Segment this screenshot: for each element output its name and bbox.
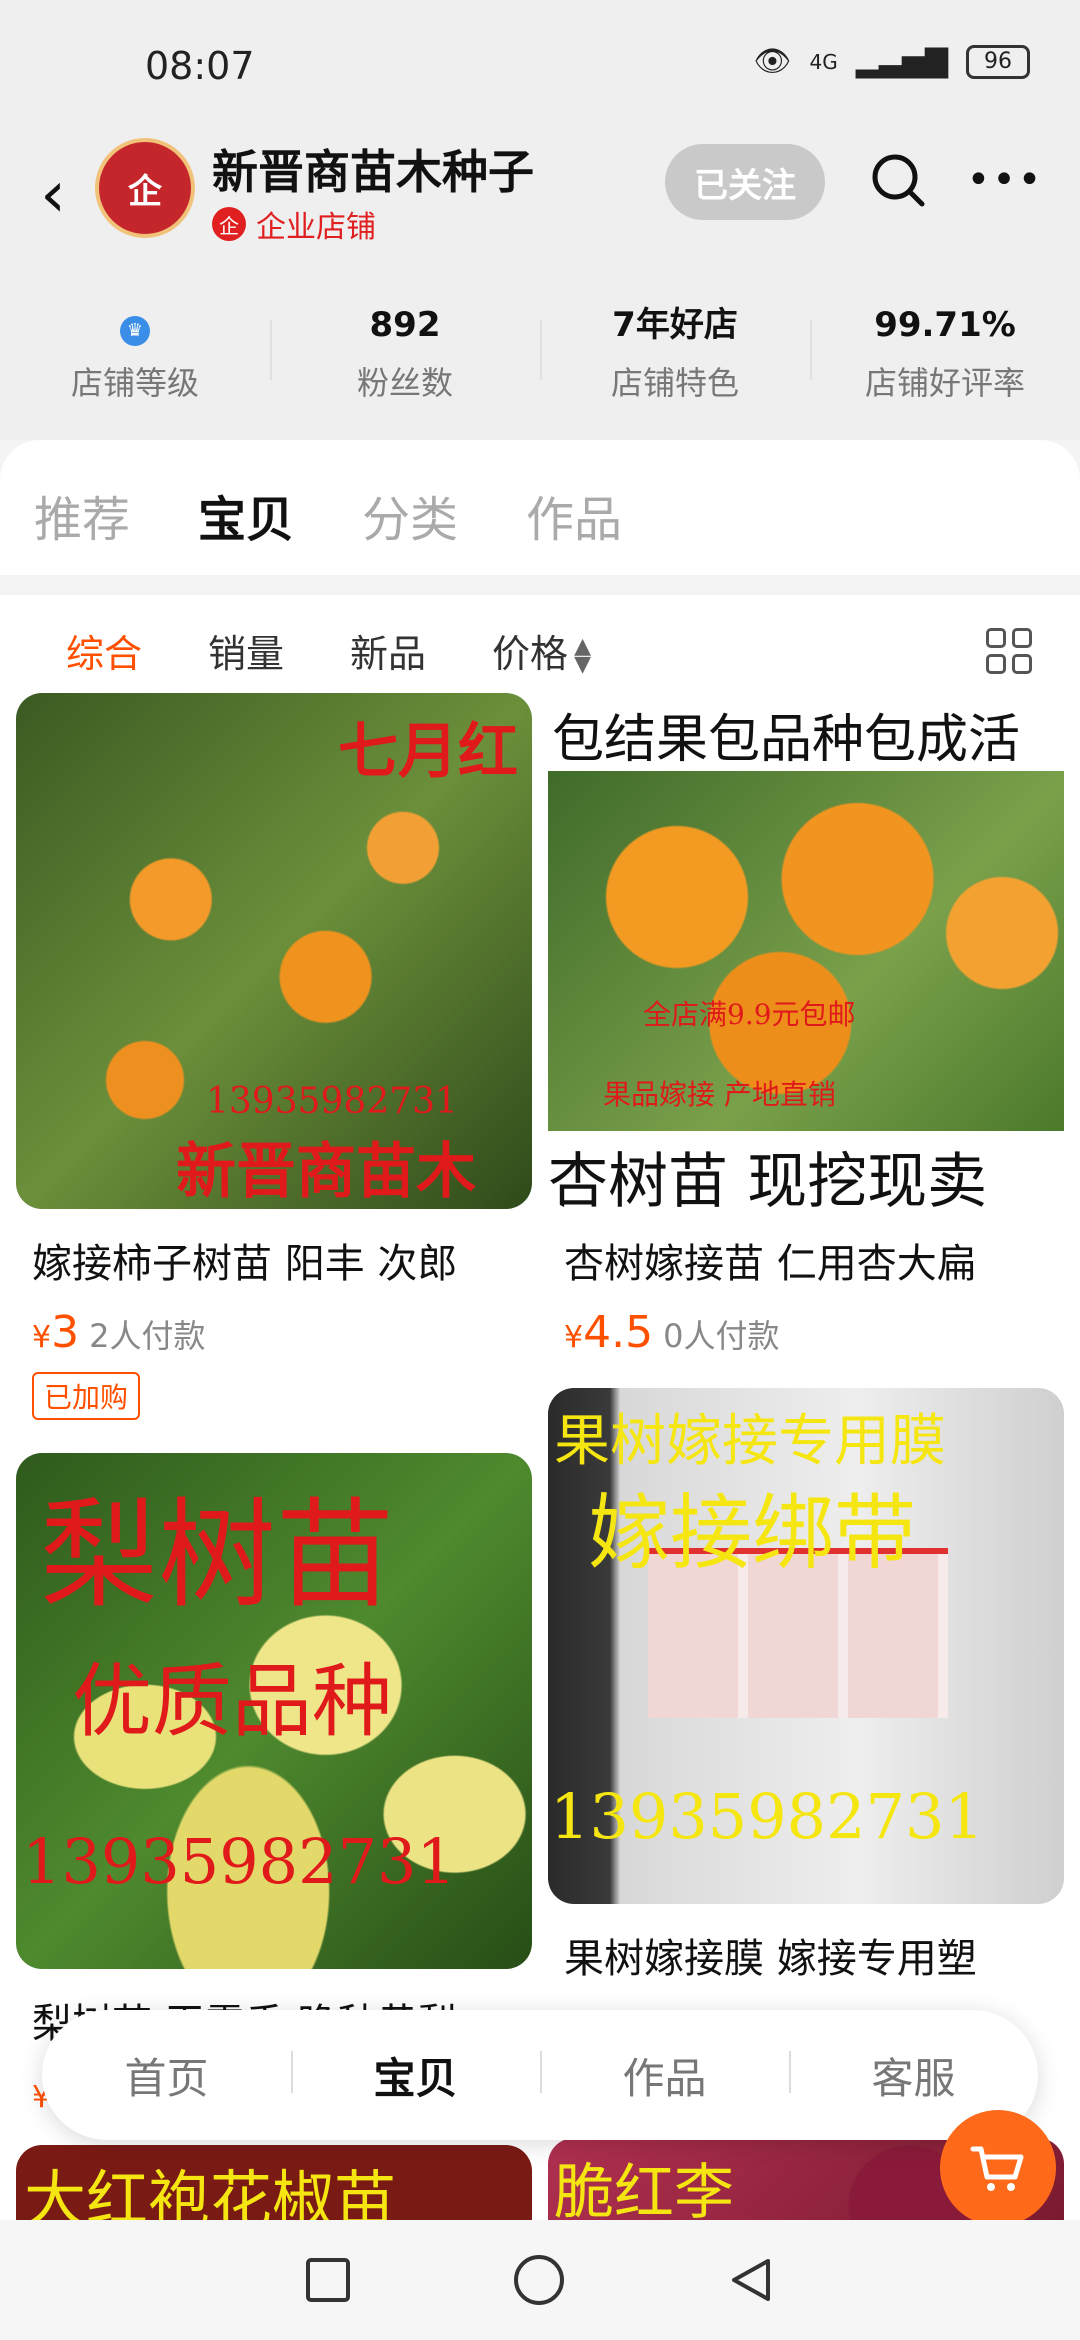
image-text: 果品嫁接 产地直销 [603,1078,836,1111]
back-icon[interactable]: ‹ [18,158,88,232]
shop-type: 企 企业店铺 [212,202,376,246]
product-title[interactable]: 果树嫁接膜 嫁接专用塑 [548,1926,1064,1984]
sold-count: 2人付款 [89,1317,206,1355]
divider [0,575,1080,595]
sold-count: 0人付款 [663,1317,780,1355]
network-label: 4G [809,49,838,74]
product-card[interactable]: 七月红 13935982731 新晋商苗木 嫁接柿子树苗 阳丰 次郎 ¥3 2人… [16,693,532,1420]
product-image[interactable]: 梨树苗 优质品种 13935982731 [16,1453,532,1969]
image-text: 嫁接绑带 [588,1486,917,1581]
stat-feature[interactable]: 7年好店 店铺特色 [540,290,810,440]
system-nav-bar [0,2220,1080,2340]
battery-icon: 96 [966,44,1030,79]
nav-items[interactable]: 宝贝 [291,2045,540,2106]
shop-name[interactable]: 新晋商苗木种子 [212,136,534,202]
shop-stats: ♛ 店铺等级 892 粉丝数 7年好店 店铺特色 99.71% 店铺好评率 [0,290,1080,440]
stat-label: 店铺特色 [610,364,739,402]
sort-sales[interactable]: 销量 [208,623,284,678]
product-card[interactable]: 大红袍花椒苗 [16,2145,532,2225]
image-text: 13935982731 [206,1081,458,1122]
crown-icon: ♛ [120,316,150,346]
image-text: 13935982731 [22,1825,456,1898]
image-text: 新晋商苗木 [176,1137,476,1207]
image-text: 优质品种 [72,1655,392,1748]
product-image[interactable]: 大红袍花椒苗 [16,2145,532,2225]
sort-arrows-icon: ▲ ▼ [574,634,591,677]
sort-price[interactable]: 价格 ▲ ▼ [492,623,591,678]
home-icon[interactable] [512,2253,566,2307]
back-nav-icon[interactable] [726,2255,776,2305]
cart-icon [970,2146,1024,2191]
tab-works[interactable]: 作品 [526,480,622,550]
search-icon[interactable] [868,150,928,210]
tab-category[interactable]: 分类 [362,480,458,550]
nav-home[interactable]: 首页 [42,2045,291,2106]
image-text: 包结果包品种包成活 [552,710,1021,770]
product-card[interactable]: 果树嫁接专用膜 嫁接绑带 13935982731 果树嫁接膜 嫁接专用塑 本店农… [548,1388,1064,2048]
stat-value: 99.71% [874,305,1016,345]
stat-value: 892 [369,305,441,345]
product-card[interactable]: 包结果包品种包成活 全店满9.9元包邮 果品嫁接 产地直销 杏树苗 现挖现卖 杏… [548,693,1064,1358]
status-bar: 08:07 👁 4G ▂▃▅▇ 96 [0,0,1080,130]
follow-button[interactable]: 已关注 [665,144,825,220]
image-text: 13935982731 [550,1780,984,1853]
image-text: 大红袍花椒苗 [24,2163,397,2225]
product-price: ¥3 [32,1307,80,1358]
stat-label: 店铺等级 [70,364,199,402]
added-to-cart-tag: 已加购 [32,1372,141,1420]
price-line: ¥4.5 0人付款 [548,1307,1064,1358]
shop-tabs: 推荐 宝贝 分类 作品 [34,480,622,550]
stat-value: 7年好店 [612,305,738,345]
cart-button[interactable] [940,2110,1056,2226]
status-time: 08:07 [145,44,255,88]
shop-logo[interactable]: 企 [95,138,195,238]
enterprise-badge-icon: 企 [212,207,246,241]
shop-logo-text: 企 [128,171,162,212]
product-image[interactable]: 包结果包品种包成活 全店满9.9元包邮 果品嫁接 产地直销 杏树苗 现挖现卖 [548,693,1064,1209]
image-text: 梨树苗 [40,1486,395,1624]
grid-view-icon[interactable] [986,628,1032,674]
image-text: 杏树苗 现挖现卖 [548,1147,988,1209]
sort-overall[interactable]: 综合 [66,623,142,678]
nav-works[interactable]: 作品 [540,2045,789,2106]
product-image[interactable]: 果树嫁接专用膜 嫁接绑带 13935982731 [548,1388,1064,1904]
price-line: ¥3 2人付款 [16,1307,532,1358]
shop-header: ‹ 企 新晋商苗木种子 企 企业店铺 已关注 ••• [0,130,1080,290]
stat-shop-level[interactable]: ♛ 店铺等级 [0,290,270,440]
tab-recommend[interactable]: 推荐 [34,480,130,550]
image-text: 七月红 [338,717,518,787]
product-title[interactable]: 嫁接柿子树苗 阳丰 次郎 [16,1231,532,1289]
stat-rating[interactable]: 99.71% 店铺好评率 [810,290,1080,440]
more-icon[interactable]: ••• [967,150,1042,210]
stat-fans[interactable]: 892 粉丝数 [270,290,540,440]
shop-type-label: 企业店铺 [256,210,376,245]
sort-bar: 综合 销量 新品 价格 ▲ ▼ [0,600,1080,700]
status-icons: 👁 4G ▂▃▅▇ 96 [753,44,1030,79]
recents-icon[interactable] [304,2256,352,2304]
image-text: 全店满9.9元包邮 [643,998,856,1031]
product-title[interactable]: 杏树嫁接苗 仁用杏大扁 [548,1231,1064,1289]
image-text: 果树嫁接专用膜 [554,1409,946,1474]
stat-label: 店铺好评率 [864,364,1025,402]
sort-new[interactable]: 新品 [350,623,426,678]
shop-bottom-nav: 首页 宝贝 作品 客服 [42,2010,1038,2140]
product-price: ¥4.5 [564,1307,654,1358]
stat-label: 粉丝数 [356,364,453,402]
nav-customer-service[interactable]: 客服 [789,2045,1038,2106]
image-text: 脆红李 [554,2158,734,2224]
tab-items[interactable]: 宝贝 [198,480,294,550]
eye-icon: 👁 [753,44,792,79]
sort-price-label: 价格 [492,631,569,676]
signal-icon: ▂▃▅▇ [855,44,948,79]
product-image[interactable]: 七月红 13935982731 新晋商苗木 [16,693,532,1209]
